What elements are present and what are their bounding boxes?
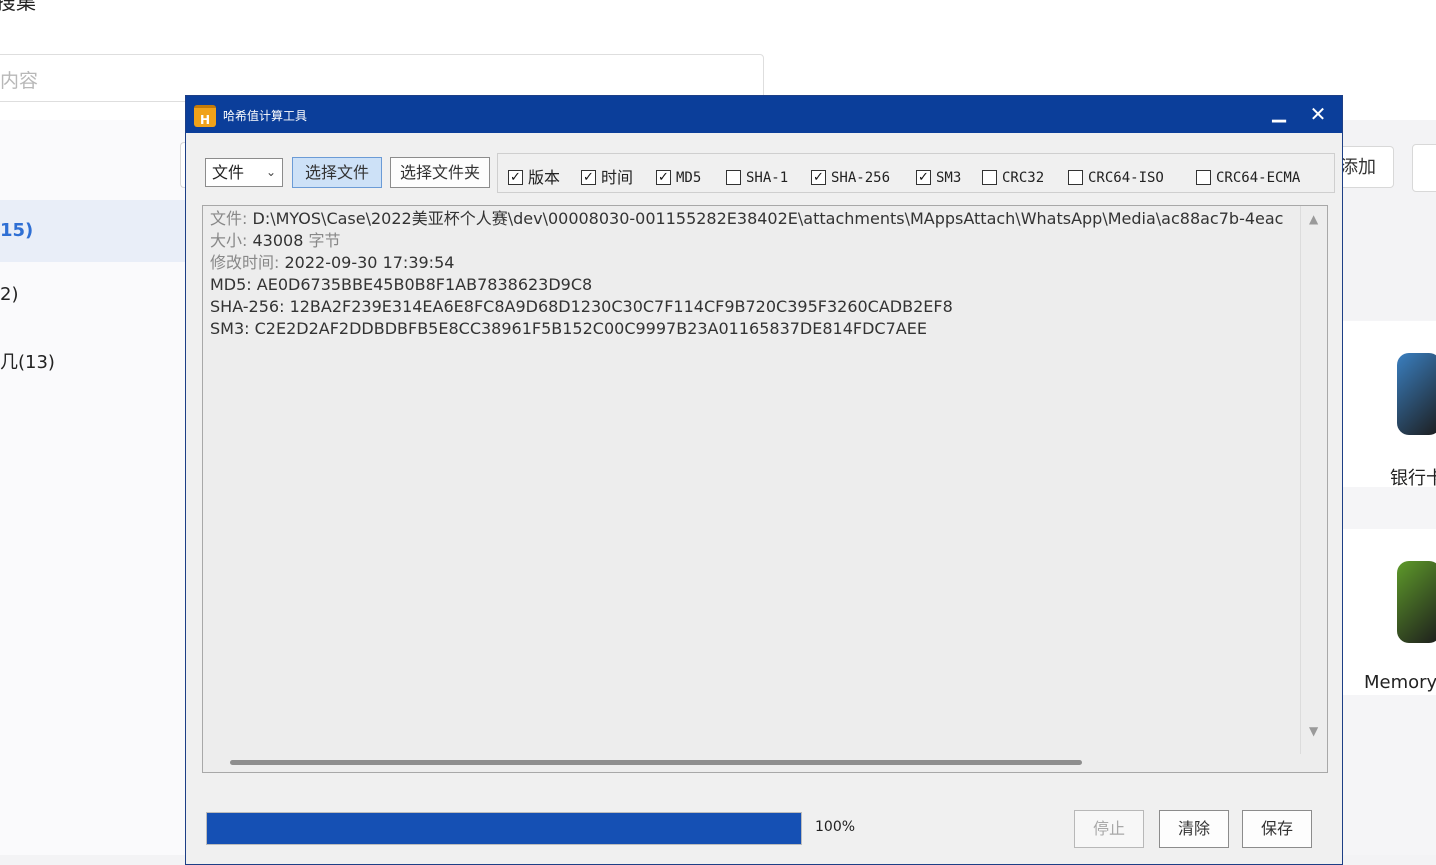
sidebar-item-2[interactable]: 2) (0, 284, 18, 305)
select-folder-button[interactable]: 选择文件夹 (390, 157, 490, 188)
background-more-button[interactable] (1412, 144, 1436, 192)
option-crc64-iso-checkbox[interactable] (1068, 170, 1083, 185)
output-sha256-line: SHA-256: 12BA2F239E314EA6E8FC8A9D68D1230… (210, 297, 953, 316)
save-button[interactable]: 保存 (1242, 810, 1312, 848)
memory-chip-app-icon (1397, 561, 1436, 643)
option-md5-checkbox[interactable]: ✓ (656, 170, 671, 185)
background-add-button[interactable]: 添加 (1338, 146, 1394, 188)
horizontal-scrollbar[interactable] (203, 754, 1327, 772)
window-titlebar[interactable]: H 哈希值计算工具 ▁ ✕ (186, 96, 1342, 133)
mode-select-value: 文件 (212, 163, 245, 182)
sidebar-item-3[interactable]: 几(13) (0, 348, 55, 374)
minimize-button[interactable]: ▁ (1266, 101, 1292, 127)
output-sm3-line: SM3: C2E2D2AF2DDBDBFB5E8CC38961F5B152C00… (210, 319, 927, 338)
sidebar-item-1[interactable]: 15) (0, 220, 33, 241)
app-card-memory-label: Memory (1364, 672, 1436, 693)
window-title: 哈希值计算工具 (223, 109, 308, 123)
hash-tool-window: H 哈希值计算工具 ▁ ✕ 文件 ⌄ 选择文件 选择文件夹 ✓ 版本 ✓ 时间 ✓ M… (185, 95, 1343, 865)
option-crc64-ecma-checkbox[interactable] (1196, 170, 1211, 185)
minimize-icon: ▁ (1272, 102, 1286, 123)
app-card-bank-label: 银行卡 (1390, 468, 1436, 489)
scroll-up-icon[interactable]: ▲ (1309, 212, 1318, 226)
background-search-placeholder: 内容 (0, 70, 39, 92)
horizontal-scroll-thumb[interactable] (230, 760, 1082, 765)
close-button[interactable]: ✕ (1305, 101, 1331, 127)
option-sha1-checkbox[interactable] (726, 170, 741, 185)
scroll-down-icon[interactable]: ▼ (1309, 724, 1318, 738)
close-icon: ✕ (1309, 102, 1327, 126)
option-time-checkbox[interactable]: ✓ (581, 170, 596, 185)
progress-fill (207, 813, 801, 844)
hash-options-group: ✓ 版本 ✓ 时间 ✓ MD5 SHA-1 ✓ SHA-256 ✓ SM3 CRC32 C… (497, 153, 1335, 193)
hash-output-textarea[interactable]: 文件: D:\MYOS\Case\2022美亚杯个人赛\dev\00008030… (202, 205, 1328, 773)
option-sm3-checkbox[interactable]: ✓ (916, 170, 931, 185)
option-version-checkbox[interactable]: ✓ (508, 170, 523, 185)
clear-button[interactable]: 清除 (1159, 810, 1229, 848)
background-header: 搜集 (0, 0, 1436, 37)
bank-card-app-icon (1397, 353, 1436, 435)
stop-button[interactable]: 停止 (1074, 810, 1144, 848)
app-briefcase-icon: H (194, 105, 216, 127)
output-file-line: 文件: D:\MYOS\Case\2022美亚杯个人赛\dev\00008030… (210, 209, 1284, 228)
background-title: 搜集 (0, 0, 36, 14)
select-file-button[interactable]: 选择文件 (292, 157, 382, 188)
hash-output-lines: 文件: D:\MYOS\Case\2022美亚杯个人赛\dev\00008030… (210, 208, 1295, 340)
mode-select[interactable]: 文件 ⌄ (205, 158, 283, 187)
option-sha256-checkbox[interactable]: ✓ (811, 170, 826, 185)
progress-bar (206, 812, 802, 845)
vertical-scrollbar[interactable]: ▲ ▼ (1300, 206, 1327, 754)
option-crc32-checkbox[interactable] (982, 170, 997, 185)
output-mtime-line: 修改时间: 2022-09-30 17:39:54 (210, 253, 455, 272)
output-md5-line: MD5: AE0D6735BBE45B0B8F1AB7838623D9C8 (210, 275, 593, 294)
output-size-line: 大小: 43008 字节 (210, 231, 341, 250)
progress-label: 100% (815, 819, 856, 835)
chevron-down-icon: ⌄ (265, 165, 276, 179)
